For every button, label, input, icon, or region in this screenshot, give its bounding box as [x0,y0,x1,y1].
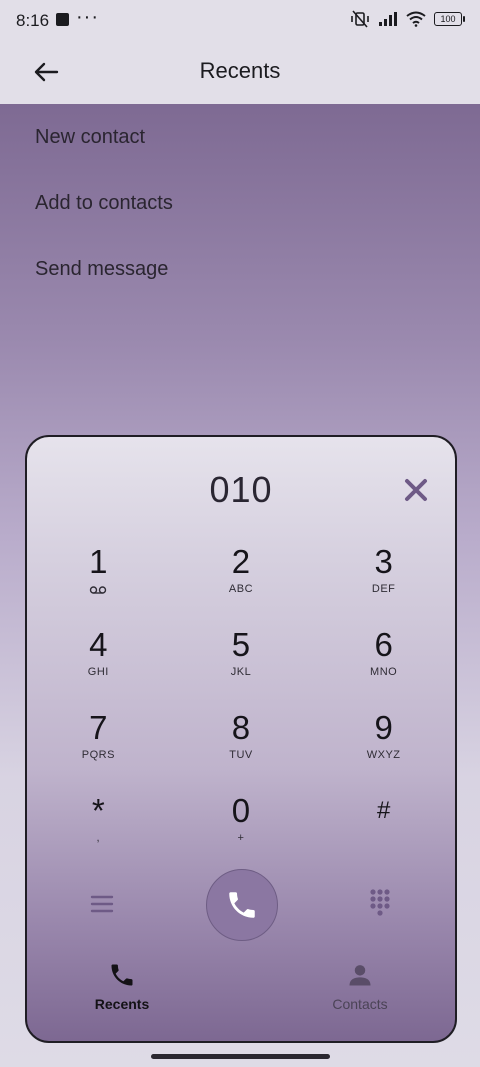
key-letters: GHI [87,666,109,678]
key-digit: # [376,797,391,824]
nav-recents-label: Recents [94,996,150,1012]
phone-icon [111,964,133,986]
key-letters: PQRS [81,749,115,761]
key-9[interactable]: 9 WXYZ [312,703,455,786]
key-letters: ABC [228,583,254,595]
key-digit: 2 [231,543,251,580]
status-time: 8:16 [16,11,50,30]
key-digit: 4 [89,626,108,663]
key-1[interactable]: 1 [27,537,170,620]
key-hash[interactable]: # [312,786,455,869]
wifi-icon [406,11,426,27]
options-list: New contact Add to contacts Send message [0,104,480,302]
key-digit: 0 [231,792,251,829]
key-digit: 1 [89,543,108,580]
key-digit: 9 [374,709,393,746]
call-button[interactable] [206,869,278,941]
bottom-nav: Recents Contacts [27,957,455,1027]
new-contact-item[interactable]: New contact [0,104,480,170]
vibrate-mute-icon [351,10,369,28]
key-letters: , [96,832,101,844]
add-to-contacts-item[interactable]: Add to contacts [0,170,480,236]
key-digit: 3 [374,543,393,580]
dialpad-actions [27,869,455,941]
nav-contacts-label: Contacts [332,996,388,1012]
signal-icon [379,12,397,26]
dialed-number: 010 [209,469,273,510]
clear-button[interactable] [401,475,431,505]
key-digit: 5 [231,626,251,663]
more-notifications-icon: ··· [76,6,99,28]
key-6[interactable]: 6 MNO [312,620,455,703]
key-8[interactable]: 8 TUV [170,703,313,786]
page-title: Recents [199,58,281,83]
key-letters: WXYZ [366,749,401,761]
key-3[interactable]: 3 DEF [312,537,455,620]
nav-contacts[interactable]: Contacts [320,961,400,1012]
app-bar: Recents [0,42,480,104]
key-2[interactable]: 2 ABC [170,537,313,620]
key-letters: TUV [229,749,253,761]
close-icon [405,479,427,501]
dialpad-sheet: 010 1 2 ABC 3 DEF 4 GHI 5 JKL 6 MNO 7 PQ… [25,435,457,1043]
key-4[interactable]: 4 GHI [27,620,170,703]
key-digit: 8 [231,709,251,746]
key-digit: 6 [374,626,393,663]
nav-recents[interactable]: Recents [82,961,162,1012]
person-icon [349,965,371,986]
key-star[interactable]: * , [27,786,170,869]
key-letters: MNO [370,666,398,678]
dialpad-icon [370,889,390,916]
key-letters: JKL [230,666,252,678]
key-7[interactable]: 7 PQRS [27,703,170,786]
menu-button[interactable] [87,889,117,919]
key-letters: + [237,832,245,844]
status-bar: 8:16 ··· 100 [0,0,480,42]
key-digit: * [91,792,105,829]
key-0[interactable]: 0 + [170,786,313,869]
send-message-item[interactable]: Send message [0,236,480,302]
voicemail-icon [90,586,107,594]
key-letters: DEF [371,583,396,595]
battery-icon: 100 [434,12,465,26]
home-indicator[interactable] [151,1054,330,1059]
dialpad-toggle-button[interactable] [365,887,395,921]
key-digit: 7 [89,709,108,746]
notification-icon [56,13,69,26]
key-5[interactable]: 5 JKL [170,620,313,703]
phone-icon [229,892,255,918]
status-icons: 100 [350,10,465,28]
hamburger-menu-icon [90,895,114,913]
keypad: 1 2 ABC 3 DEF 4 GHI 5 JKL 6 MNO 7 PQRS 8… [27,537,455,869]
